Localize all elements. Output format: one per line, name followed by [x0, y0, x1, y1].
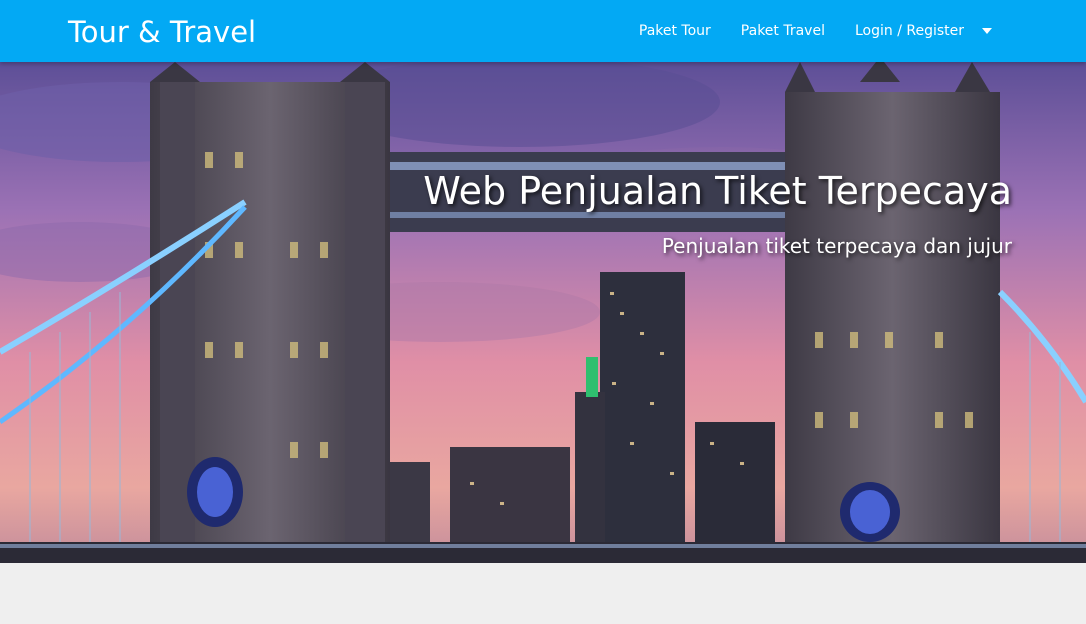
top-navbar: Tour & Travel Paket Tour Paket Travel Lo…: [0, 0, 1086, 62]
nav-login-register[interactable]: Login / Register: [855, 23, 964, 39]
nav-paket-tour[interactable]: Paket Tour: [639, 23, 711, 39]
nav-paket-travel[interactable]: Paket Travel: [741, 23, 825, 39]
brand-logo[interactable]: Tour & Travel: [68, 12, 256, 52]
hero-banner: Web Penjualan Tiket Terpecaya Penjualan …: [0, 62, 1086, 563]
content-section: [0, 563, 1086, 624]
caret-down-icon[interactable]: [982, 28, 992, 34]
hero-subtitle: Penjualan tiket terpecaya dan jujur: [661, 234, 1012, 258]
nav-links: Paket Tour Paket Travel Login / Register: [609, 0, 992, 62]
hero-title: Web Penjualan Tiket Terpecaya: [423, 169, 1012, 213]
tower-bridge-image: [0, 62, 1086, 563]
